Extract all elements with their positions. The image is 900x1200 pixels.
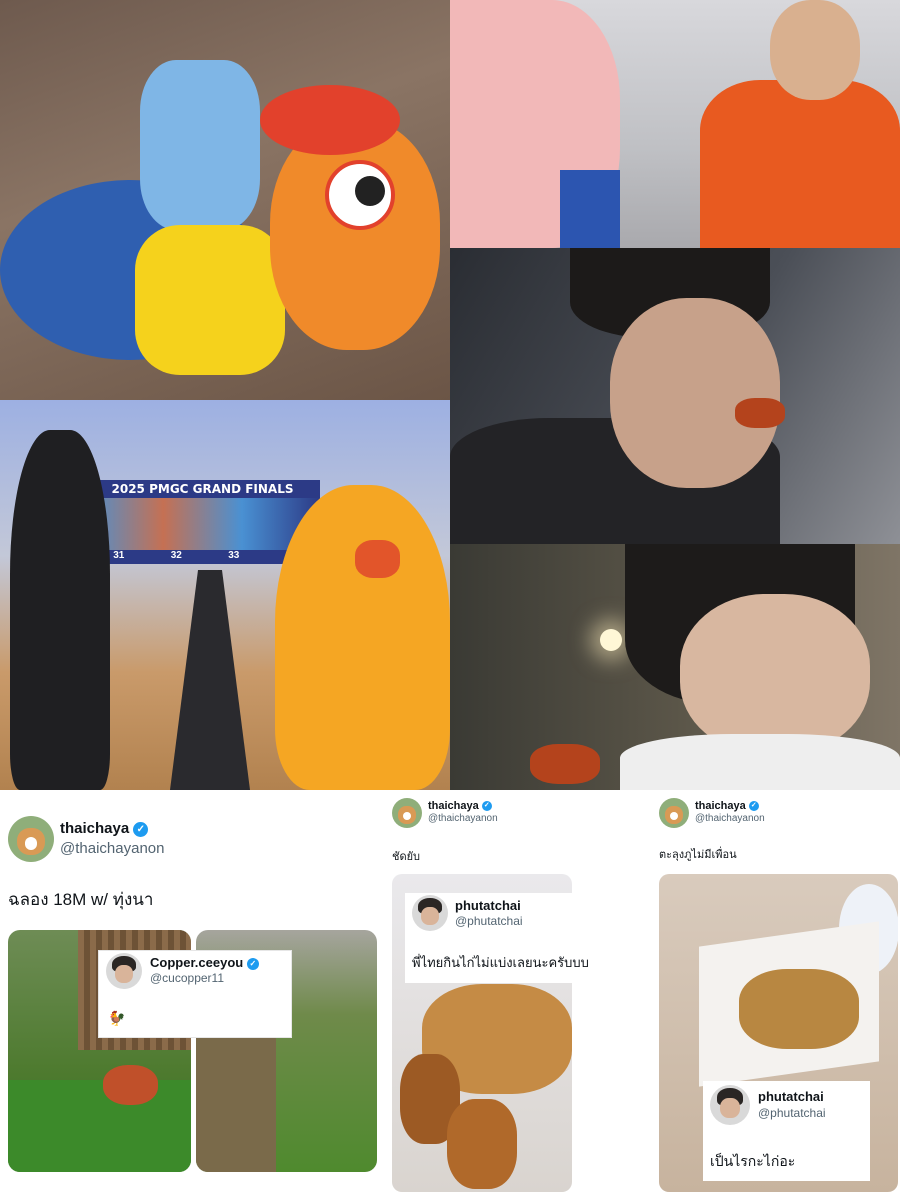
verified-badge-icon: ✓	[246, 957, 259, 970]
quote-handle[interactable]: @cucopper11	[150, 971, 224, 985]
bowling-banner-text: 2025 PMGC GRAND FINALS	[111, 482, 294, 496]
photo-eating-skewer	[450, 248, 900, 544]
avatar[interactable]	[8, 816, 54, 862]
photo-rooster-costume	[0, 0, 450, 400]
rooster-emoji: 🐓	[108, 1010, 126, 1026]
quote-text: เป็นไรกะไก่อะ	[710, 1153, 796, 1169]
tweet-text: ตะลุงภูไม่มีเพื่อน	[659, 849, 737, 861]
photo-orange-jersey	[450, 0, 900, 248]
display-name-text: thaichaya	[695, 800, 746, 812]
tweet-display-name[interactable]: thaichaya ✓	[428, 800, 492, 812]
quote-handle[interactable]: @phutatchai	[758, 1106, 826, 1120]
avatar[interactable]	[106, 953, 142, 989]
display-name-text: Copper.ceeyou	[150, 955, 244, 970]
display-name-text: thaichaya	[428, 800, 479, 812]
quote-text: พี่ไทยกินไก่ไม่แบ่งเลยนะครับบบ	[412, 955, 589, 970]
verified-badge-icon: ✓	[133, 821, 149, 837]
avatar[interactable]	[710, 1085, 750, 1125]
avatar[interactable]	[392, 798, 422, 828]
lane-number: 32	[170, 550, 182, 561]
verified-badge-icon: ✓	[748, 801, 759, 812]
quote-display-name[interactable]: phutatchai	[455, 898, 521, 913]
avatar[interactable]	[412, 895, 448, 931]
photo-bowling-alley: 2025 PMGC GRAND FINALS 31 32 33 34	[0, 400, 450, 790]
photo-night-skewer	[450, 544, 900, 790]
tweet-text: ชัดยับ	[392, 851, 421, 863]
quote-display-name[interactable]: Copper.ceeyou ✓	[150, 955, 259, 970]
tweet-text: ฉลอง 18M w/ ทุ่งนา	[8, 890, 154, 909]
tweet-display-name[interactable]: thaichaya ✓	[60, 820, 149, 837]
quote-handle[interactable]: @phutatchai	[455, 914, 523, 928]
lane-number: 31	[113, 550, 125, 561]
tweet-handle[interactable]: @thaichayanon	[695, 813, 765, 824]
tweet-handle[interactable]: @thaichayanon	[60, 840, 164, 857]
display-name-text: thaichaya	[60, 820, 130, 837]
verified-badge-icon: ✓	[481, 801, 492, 812]
tweet-display-name[interactable]: thaichaya ✓	[695, 800, 759, 812]
tweet-handle[interactable]: @thaichayanon	[428, 813, 498, 824]
quote-display-name[interactable]: phutatchai	[758, 1089, 824, 1104]
lane-number: 33	[228, 550, 240, 561]
avatar[interactable]	[659, 798, 689, 828]
